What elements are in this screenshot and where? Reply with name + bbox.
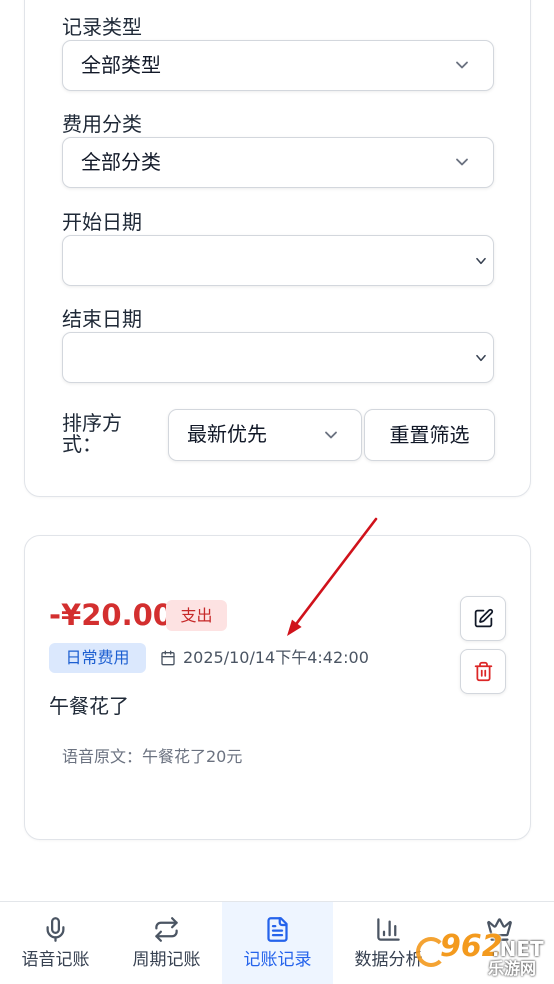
- tab-label: 记账记录: [243, 950, 312, 970]
- bottom-nav: 语音记账 周期记账 记账记录 数据分析: [0, 901, 554, 984]
- sort-select[interactable]: 最新优先: [168, 409, 362, 461]
- expense-type-badge: 支出: [166, 600, 227, 631]
- voice-original-text: 语音原文：午餐花了20元: [62, 747, 243, 766]
- delete-record-button[interactable]: [460, 649, 506, 694]
- category-select[interactable]: 全部分类: [62, 137, 494, 188]
- tab-analytics[interactable]: 数据分析: [333, 902, 444, 984]
- repeat-icon: [153, 916, 180, 943]
- record-card: [24, 535, 531, 840]
- record-amount: -¥20.00: [49, 598, 173, 632]
- chevron-down-icon: [476, 354, 486, 362]
- file-text-icon: [264, 916, 291, 943]
- start-date-input[interactable]: [62, 235, 494, 286]
- tab-label: 语音记账: [21, 950, 90, 970]
- edit-record-button[interactable]: [460, 596, 506, 641]
- chevron-down-icon: [476, 257, 486, 265]
- category-badge: 日常费用: [49, 643, 146, 673]
- record-type-label: 记录类型: [62, 15, 142, 39]
- edit-icon: [474, 608, 493, 628]
- record-type-select[interactable]: 全部类型: [62, 40, 494, 91]
- chevron-down-icon: [456, 61, 468, 69]
- tab-label: 周期记账: [132, 950, 201, 970]
- mic-icon: [42, 916, 69, 943]
- tab-records[interactable]: 记账记录: [222, 902, 333, 984]
- record-datetime: 2025/10/14下午4:42:00: [183, 648, 369, 667]
- category-value: 全部分类: [81, 150, 161, 174]
- end-date-input[interactable]: [62, 332, 494, 383]
- tab-label: 数据分析: [354, 950, 423, 970]
- record-note: 午餐花了: [49, 694, 129, 718]
- calendar-icon: [161, 650, 175, 666]
- sort-label: 排序方式：: [62, 411, 122, 456]
- tab-membership[interactable]: [444, 902, 554, 984]
- record-type-value: 全部类型: [81, 53, 161, 77]
- sort-value: 最新优先: [187, 422, 267, 446]
- start-date-label: 开始日期: [62, 210, 142, 234]
- trash-icon: [474, 661, 492, 682]
- category-label: 费用分类: [62, 112, 142, 136]
- chevron-down-icon: [325, 431, 337, 439]
- tab-recurring-record[interactable]: 周期记账: [111, 902, 222, 984]
- bar-chart-icon: [375, 916, 402, 943]
- chevron-down-icon: [456, 158, 468, 166]
- tab-voice-record[interactable]: 语音记账: [0, 902, 111, 984]
- end-date-label: 结束日期: [62, 307, 142, 331]
- reset-filters-button[interactable]: 重置筛选: [364, 409, 495, 461]
- crown-icon: [486, 916, 513, 943]
